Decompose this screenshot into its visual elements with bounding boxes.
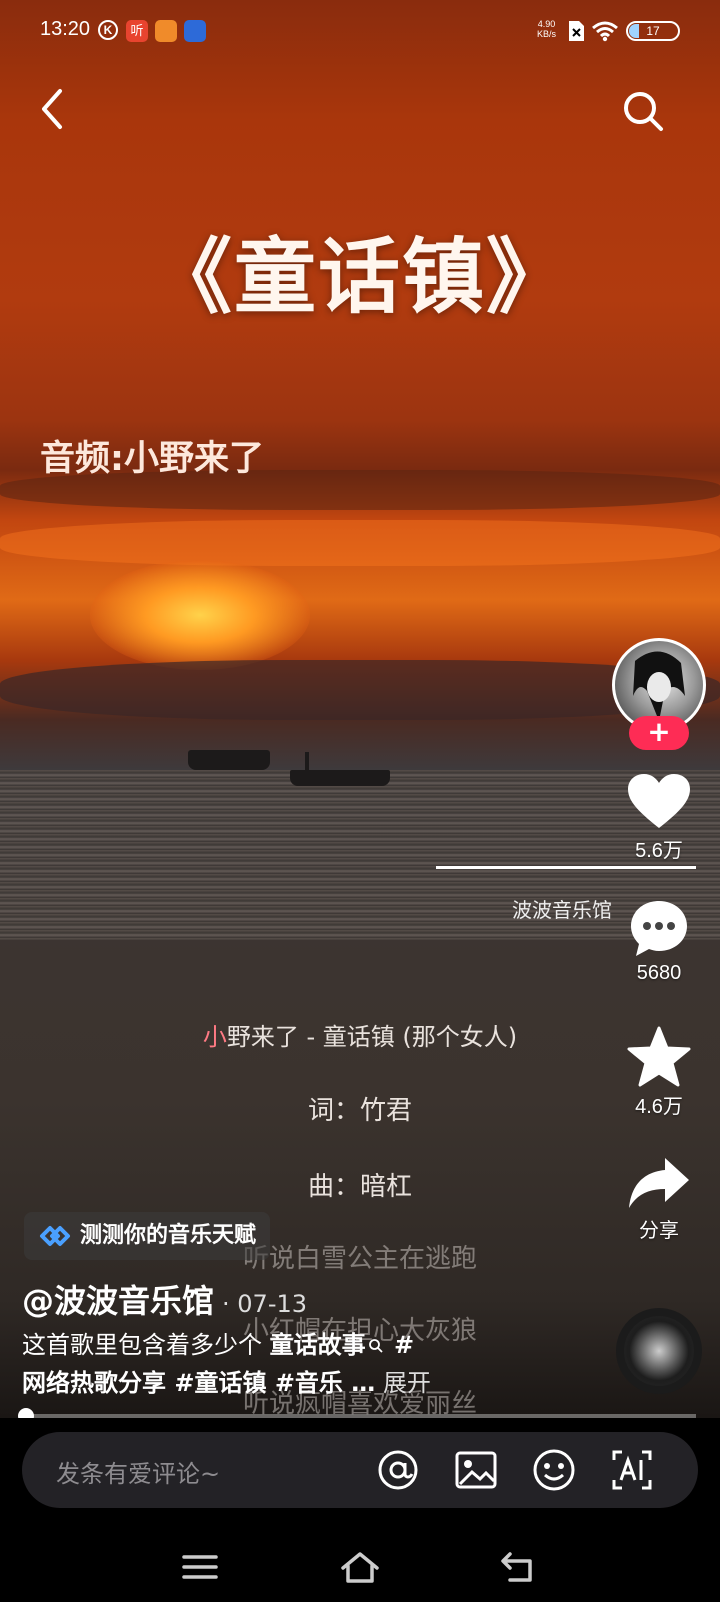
boat xyxy=(290,770,390,786)
caption-line-1: 这首歌里包含着多少个 童话故事 # xyxy=(22,1326,522,1364)
emoji-icon[interactable] xyxy=(530,1446,578,1494)
sim-icon xyxy=(569,21,584,41)
watermark-line xyxy=(436,866,696,869)
heart-icon xyxy=(628,774,690,828)
follow-button[interactable]: + xyxy=(629,716,689,750)
favorite-action[interactable]: 4.6万 xyxy=(606,1026,712,1119)
caption-line-2: 网络热歌分享 #童话镇 #音乐 … 展开 xyxy=(22,1364,522,1402)
cloud-band xyxy=(0,520,720,566)
like-count: 5.6万 xyxy=(635,840,683,862)
comment-action[interactable]: 5680 xyxy=(606,898,712,985)
link-chain-icon xyxy=(40,1226,70,1246)
comment-icon xyxy=(631,901,687,956)
app-orange-icon xyxy=(155,20,177,42)
boat-mast xyxy=(305,752,309,772)
menu-icon[interactable] xyxy=(180,1550,220,1584)
status-bar: 13:20 K 听 4.90 KB/s 17 xyxy=(0,0,720,60)
music-test-chip[interactable]: 测测你的音乐天赋 xyxy=(24,1212,271,1260)
battery-fill xyxy=(629,24,639,38)
ai-assistant-icon[interactable] xyxy=(608,1446,656,1494)
audio-credit-text: 音频:小野来了 xyxy=(40,439,264,479)
app-k-icon: K xyxy=(98,20,118,40)
comment-input-bar[interactable]: 发条有爱评论~ xyxy=(22,1432,698,1508)
search-small-icon xyxy=(368,1339,383,1353)
back-button[interactable] xyxy=(34,85,74,133)
sun-glow xyxy=(90,560,310,670)
post-caption: 这首歌里包含着多少个 童话故事 # 网络热歌分享 #童话镇 #音乐 … 展开 xyxy=(22,1326,522,1402)
caption-hashtag[interactable]: # xyxy=(386,1331,414,1359)
clock: 13:20 xyxy=(40,18,91,40)
favorite-count: 4.6万 xyxy=(635,1096,683,1118)
app-blue-icon xyxy=(184,20,206,42)
share-action[interactable]: 分享 xyxy=(606,1154,712,1243)
share-arrow-icon xyxy=(629,1158,689,1208)
share-label: 分享 xyxy=(639,1220,679,1242)
caption-hashtags[interactable]: 网络热歌分享 #童话镇 #音乐 … xyxy=(22,1369,375,1397)
back-nav-icon[interactable] xyxy=(500,1550,540,1584)
caption-search-link[interactable]: 童话故事 xyxy=(270,1331,366,1359)
like-action[interactable]: 5.6万 xyxy=(606,772,712,863)
comment-placeholder: 发条有爱评论~ xyxy=(56,1460,221,1488)
wifi-icon xyxy=(592,21,618,42)
lyrics-highlight-char: 小 xyxy=(202,1023,227,1051)
network-speed: 4.90 KB/s xyxy=(537,19,557,39)
music-test-label: 测测你的音乐天赋 xyxy=(80,1223,257,1248)
video-title-text: 《童话镇》 xyxy=(149,230,570,325)
music-disc-icon[interactable] xyxy=(616,1308,702,1394)
search-button[interactable] xyxy=(620,88,666,134)
star-icon xyxy=(627,1026,691,1087)
expand-link[interactable]: 展开 xyxy=(383,1369,431,1397)
author-name-line: @波波音乐馆 · 07-13 xyxy=(22,1276,307,1322)
image-picker-icon[interactable] xyxy=(452,1446,500,1494)
comment-count: 5680 xyxy=(636,962,682,984)
ship xyxy=(188,750,270,770)
app-listen-icon: 听 xyxy=(126,20,148,42)
home-icon[interactable] xyxy=(340,1550,380,1584)
watermark-text: 波波音乐馆 xyxy=(512,898,612,922)
battery-indicator: 17 xyxy=(626,21,680,41)
lyrics-header-rest: 野来了 - 童话镇 (那个女人) xyxy=(226,1023,518,1051)
post-date: · 07-13 xyxy=(222,1290,308,1318)
author-name[interactable]: @波波音乐馆 xyxy=(22,1282,214,1320)
mention-at-icon[interactable] xyxy=(374,1446,422,1494)
caption-text: 这首歌里包含着多少个 xyxy=(22,1331,270,1359)
system-nav-bar xyxy=(0,1530,720,1602)
